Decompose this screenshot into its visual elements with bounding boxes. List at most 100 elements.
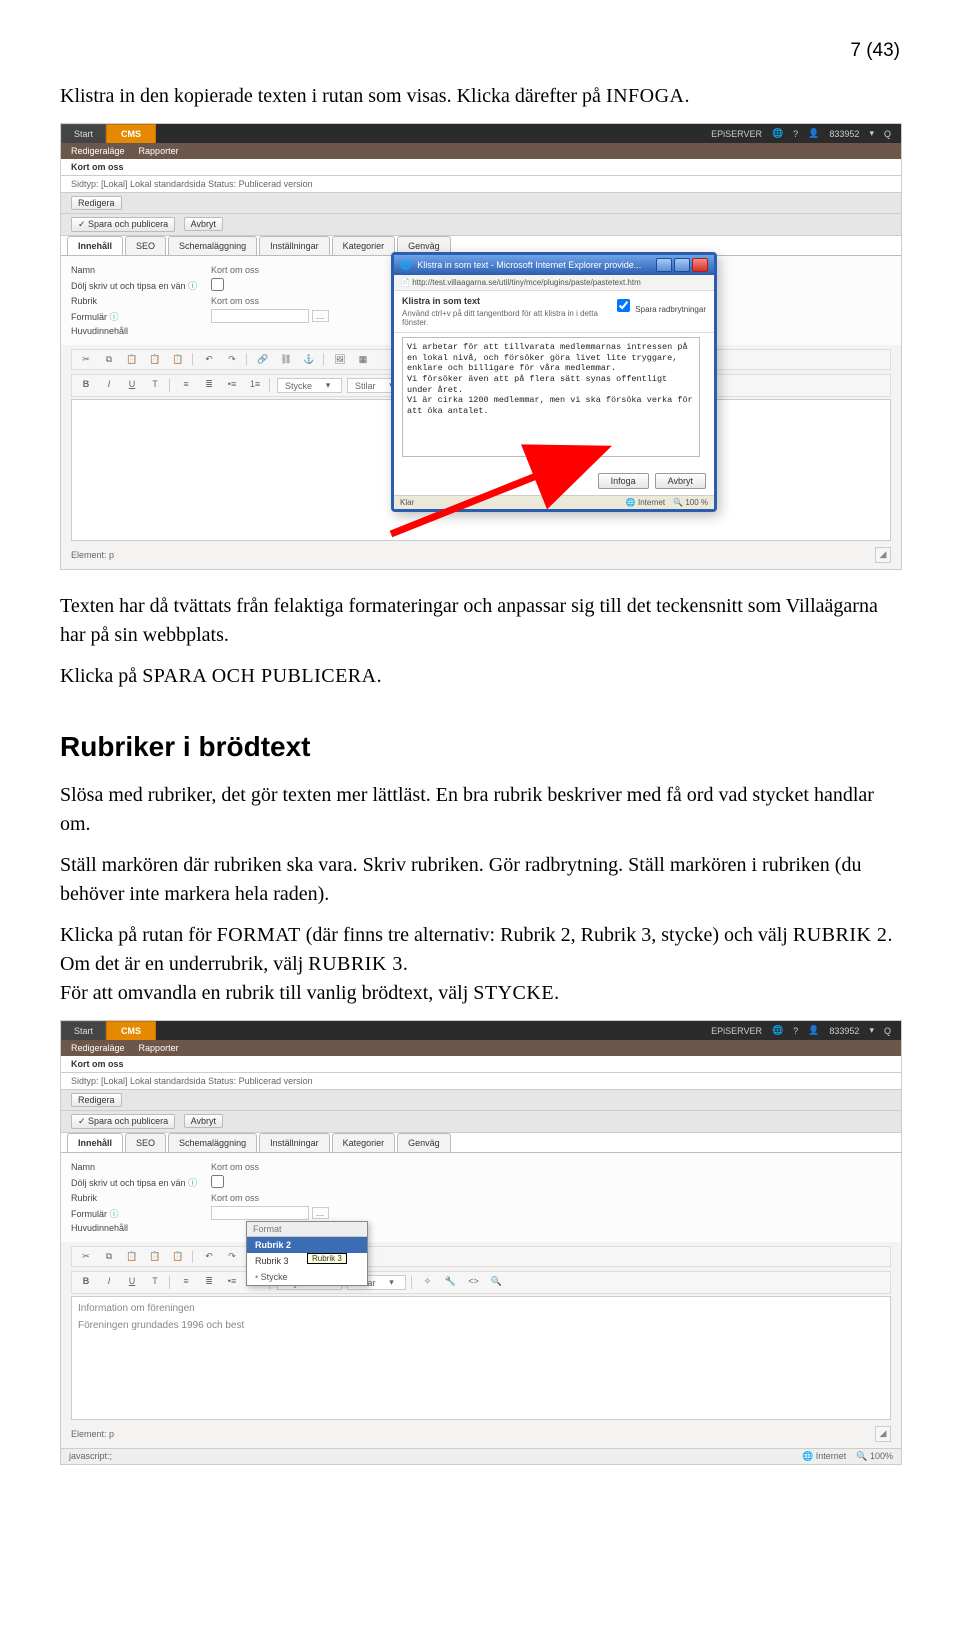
align-just-icon[interactable]: ≣ — [200, 1275, 218, 1290]
globe-icon[interactable]: 🌐 — [772, 128, 783, 139]
tab-kategorier[interactable]: Kategorier — [332, 1133, 396, 1152]
search-icon[interactable]: Q — [884, 129, 891, 139]
tab-schema[interactable]: Schemaläggning — [168, 1133, 257, 1152]
paste-text-icon[interactable]: 📋 — [146, 353, 164, 366]
align-left-icon[interactable]: ≡ — [177, 378, 195, 393]
format-combo[interactable]: Stycke▾ — [277, 378, 342, 393]
paste-icon[interactable]: 📋 — [123, 353, 141, 366]
val-rubrik[interactable]: Kort om oss — [211, 1193, 259, 1203]
user-id[interactable]: 833952 — [829, 129, 859, 139]
tab-start[interactable]: Start — [61, 1021, 106, 1040]
help-icon[interactable]: ⓘ — [110, 1209, 119, 1219]
btn-cancel[interactable]: Avbryt — [184, 1114, 223, 1128]
paste-text-icon[interactable]: 📋 — [146, 1250, 164, 1263]
list-ol-icon[interactable]: 1≡ — [246, 378, 264, 393]
redo-icon[interactable]: ↷ — [223, 353, 241, 366]
help-icon[interactable]: ? — [793, 129, 798, 139]
mode-edit[interactable]: Redigeraläge — [71, 146, 125, 156]
clean-icon[interactable]: ✧ — [419, 1275, 437, 1290]
btn-cancel[interactable]: Avbryt — [184, 217, 223, 231]
paste-word-icon[interactable]: 📋 — [169, 1250, 187, 1263]
tab-cms[interactable]: CMS — [106, 124, 156, 143]
tab-installningar[interactable]: Inställningar — [259, 236, 330, 255]
copy-icon[interactable]: ⧉ — [100, 1250, 118, 1263]
paste-word-icon[interactable]: 📋 — [169, 353, 187, 366]
tab-innehall[interactable]: Innehåll — [67, 236, 123, 255]
tab-installningar[interactable]: Inställningar — [259, 1133, 330, 1152]
help-icon[interactable]: ? — [793, 1026, 798, 1036]
format-rubrik3[interactable]: Rubrik 3 Rubrik 3 — [247, 1253, 367, 1269]
keep-breaks-checkbox[interactable] — [617, 299, 630, 312]
undo-icon[interactable]: ↶ — [200, 1250, 218, 1263]
zoom-icon[interactable]: 🔍 — [488, 1275, 506, 1290]
tab-cms[interactable]: CMS — [106, 1021, 156, 1040]
val-rubrik[interactable]: Kort om oss — [211, 296, 259, 306]
italic-button[interactable]: I — [100, 1275, 118, 1290]
btn-edit[interactable]: Redigera — [71, 196, 122, 210]
tt-button[interactable]: T — [146, 1275, 164, 1290]
close-button[interactable] — [692, 258, 708, 272]
resize-handle-icon[interactable]: ◢ — [875, 547, 891, 563]
keep-breaks-option[interactable]: Spara radbrytningar — [613, 296, 706, 315]
formular-field[interactable] — [211, 309, 309, 323]
table-icon[interactable]: ▦ — [354, 353, 372, 366]
underline-button[interactable]: U — [123, 1275, 141, 1290]
format-rubrik2[interactable]: Rubrik 2 — [247, 1237, 367, 1253]
undo-icon[interactable]: ↶ — [200, 353, 218, 366]
btn-edit[interactable]: Redigera — [71, 1093, 122, 1107]
source-icon[interactable]: <> — [465, 1275, 483, 1290]
format-stycke[interactable]: Stycke — [247, 1269, 367, 1285]
chk-hide[interactable] — [211, 1175, 224, 1188]
insert-button[interactable]: Infoga — [598, 473, 649, 489]
align-left-icon[interactable]: ≡ — [177, 1275, 195, 1290]
val-namn[interactable]: Kort om oss — [211, 265, 259, 275]
copy-icon[interactable]: ⧉ — [100, 353, 118, 366]
search-icon[interactable]: Q — [884, 1026, 891, 1036]
help-icon[interactable]: ⓘ — [188, 1178, 197, 1188]
dropdown-icon[interactable]: ▾ — [869, 128, 874, 139]
mode-reports[interactable]: Rapporter — [139, 146, 179, 156]
italic-button[interactable]: I — [100, 378, 118, 393]
dropdown-icon[interactable]: ▾ — [869, 1025, 874, 1036]
chk-hide[interactable] — [211, 278, 224, 291]
editor-pane[interactable]: Information om föreningen Föreningen gru… — [71, 1296, 891, 1420]
bold-button[interactable]: B — [77, 378, 95, 393]
formular-picker[interactable]: … — [312, 1207, 329, 1219]
tab-seo[interactable]: SEO — [125, 1133, 166, 1152]
bold-button[interactable]: B — [77, 1275, 95, 1290]
help-icon[interactable]: ⓘ — [110, 312, 119, 322]
help-icon[interactable]: ⓘ — [188, 281, 197, 291]
tool-icon[interactable]: 🔧 — [442, 1275, 460, 1290]
cut-icon[interactable]: ✂ — [77, 1250, 95, 1263]
user-id[interactable]: 833952 — [829, 1026, 859, 1036]
cut-icon[interactable]: ✂ — [77, 353, 95, 366]
paste-icon[interactable]: 📋 — [123, 1250, 141, 1263]
tt-button[interactable]: T — [146, 378, 164, 393]
list-ul-icon[interactable]: •≡ — [223, 1275, 241, 1290]
tab-seo[interactable]: SEO — [125, 236, 166, 255]
list-ul-icon[interactable]: •≡ — [223, 378, 241, 393]
cancel-button[interactable]: Avbryt — [655, 473, 706, 489]
redo-icon[interactable]: ↷ — [223, 1250, 241, 1263]
anchor-icon[interactable]: ⚓ — [300, 353, 318, 366]
paste-textarea[interactable] — [402, 337, 700, 457]
tab-innehall[interactable]: Innehåll — [67, 1133, 123, 1152]
btn-save-publish[interactable]: ✓ Spara och publicera — [71, 1114, 175, 1129]
link-icon[interactable]: 🔗 — [254, 353, 272, 366]
minimize-button[interactable] — [656, 258, 672, 272]
tab-genvag[interactable]: Genväg — [397, 1133, 451, 1152]
underline-button[interactable]: U — [123, 378, 141, 393]
mode-edit[interactable]: Redigeraläge — [71, 1043, 125, 1053]
image-icon[interactable]: 🖼 — [331, 353, 349, 366]
formular-field[interactable] — [211, 1206, 309, 1220]
maximize-button[interactable] — [674, 258, 690, 272]
tab-schema[interactable]: Schemaläggning — [168, 236, 257, 255]
tab-start[interactable]: Start — [61, 124, 106, 143]
tab-kategorier[interactable]: Kategorier — [332, 236, 396, 255]
align-just-icon[interactable]: ≣ — [200, 378, 218, 393]
mode-reports[interactable]: Rapporter — [139, 1043, 179, 1053]
btn-save-publish[interactable]: ✓ Spara och publicera — [71, 217, 175, 232]
dialog-titlebar[interactable]: 🌐 Klistra in som text - Microsoft Intern… — [394, 255, 714, 275]
val-namn[interactable]: Kort om oss — [211, 1162, 259, 1172]
globe-icon[interactable]: 🌐 — [772, 1025, 783, 1036]
